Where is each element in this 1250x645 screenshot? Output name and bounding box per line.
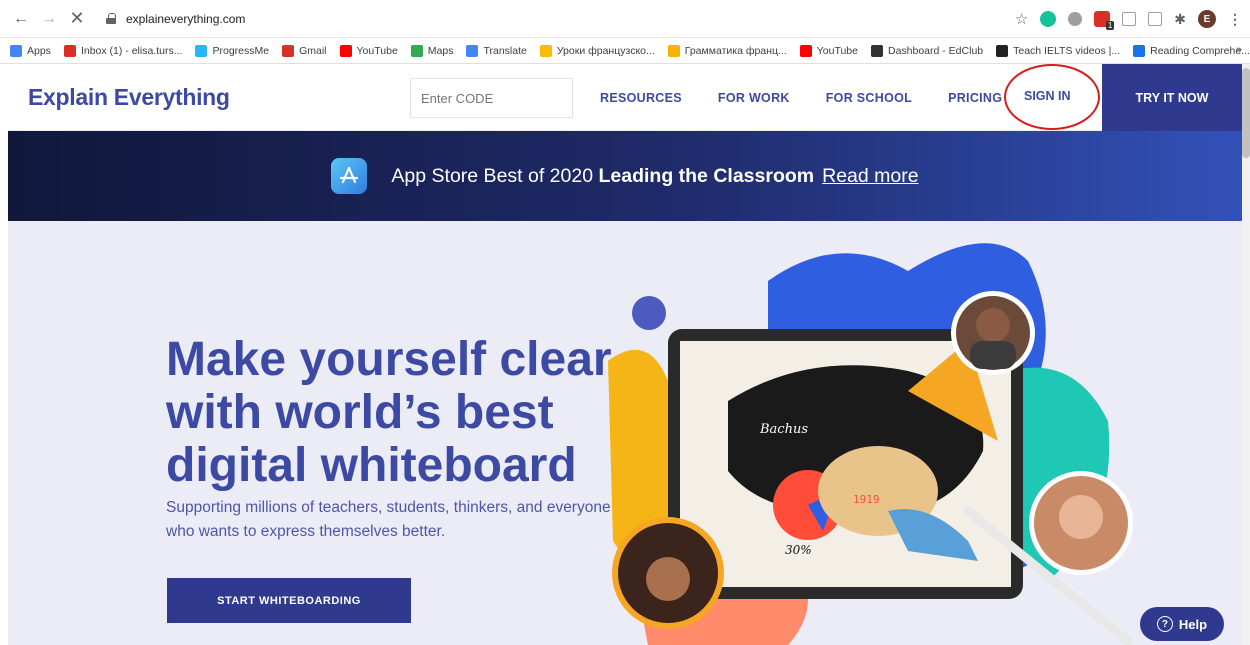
bookmark-favicon-icon	[10, 44, 22, 57]
bookmark-favicon-icon	[667, 44, 680, 57]
bookmark-label: YouTube	[356, 44, 398, 57]
bookmark-favicon-icon	[870, 44, 883, 57]
bookmark-favicon-icon	[339, 44, 352, 57]
browser-actions: ☆ 1 ✱ E ⋮	[1015, 0, 1242, 38]
bookmark-label: Translate	[483, 44, 527, 57]
bookmark-label: Gmail	[299, 44, 327, 57]
forward-icon[interactable]: →	[38, 8, 60, 30]
bookmark-item[interactable]: YouTube	[339, 44, 398, 57]
banner-bold: Leading the Classroom	[598, 164, 815, 187]
tablet-label-year: 1919	[853, 493, 880, 506]
browser-toolbar: ← → ✕ explaineverything.com ☆ 1 ✱ E ⋮	[0, 0, 1250, 38]
bookmark-label: Inbox (1) - elisa.turs...	[80, 44, 183, 57]
grammarly-extension-icon[interactable]	[1040, 11, 1057, 27]
try-it-now-button[interactable]: TRY IT NOW	[1102, 64, 1242, 131]
menu-kebab-icon[interactable]: ⋮	[1228, 11, 1242, 28]
url-text[interactable]: explaineverything.com	[126, 12, 245, 26]
bookmark-star-icon[interactable]: ☆	[1015, 10, 1028, 28]
start-whiteboarding-button[interactable]: START WHITEBOARDING	[167, 578, 411, 623]
bookmark-label: Apps	[27, 44, 51, 57]
read-more-link[interactable]: Read more	[822, 165, 918, 188]
bookmarks-bar: Apps Inbox (1) - elisa.turs... ProgressMe G…	[0, 38, 1250, 64]
stop-loading-icon[interactable]: ✕	[66, 8, 88, 30]
bookmark-favicon-icon	[195, 44, 208, 57]
hero-title: Make yourself clear with world’s best di…	[166, 333, 612, 492]
bookmark-item[interactable]: Inbox (1) - elisa.turs...	[63, 44, 183, 57]
bookmark-favicon-icon	[410, 44, 423, 57]
bookmark-label: Грамматика франц...	[684, 44, 787, 57]
bookmark-label: Уроки французско...	[556, 44, 655, 57]
bookmark-favicon-icon	[282, 44, 295, 57]
bookmark-item[interactable]: Грамматика франц...	[667, 44, 787, 57]
help-icon: ?	[1156, 616, 1173, 632]
nav-pricing[interactable]: PRICING	[948, 91, 1002, 105]
bookmark-item[interactable]: Apps	[10, 44, 51, 57]
profile-avatar[interactable]: E	[1198, 10, 1216, 28]
bookmark-favicon-icon	[63, 44, 76, 57]
extensions-puzzle-icon[interactable]: ✱	[1174, 11, 1186, 28]
back-icon[interactable]: ←	[10, 8, 32, 30]
bookmark-item[interactable]: Maps	[410, 44, 454, 57]
extension-badge-count: 1	[1105, 21, 1115, 30]
bookmark-favicon-icon	[539, 44, 552, 57]
hero-subtitle: Supporting millions of teachers, student…	[166, 499, 611, 540]
bookmark-item[interactable]: Reading Comprehe...	[1133, 44, 1250, 57]
page-left-edge	[0, 64, 8, 645]
nav-resources[interactable]: RESOURCES	[600, 91, 682, 105]
pdf-extension-icon[interactable]	[1148, 12, 1163, 26]
banner-text: App Store Best of 2020 Leading the Class…	[391, 165, 814, 188]
bookmark-item[interactable]: Translate	[466, 44, 527, 57]
hero-section: Bachus 1919 30% Make yourself clear with…	[8, 221, 1242, 645]
bookmark-label: ProgressMe	[212, 44, 270, 57]
nav-for-work[interactable]: FOR WORK	[718, 91, 790, 105]
bookmark-label: Maps	[427, 44, 454, 57]
app-store-icon	[331, 158, 368, 194]
bookmark-label: Dashboard - EdClub	[887, 44, 984, 57]
bookmarks-overflow-icon[interactable]: »	[1236, 44, 1242, 56]
tablet-label-bachus: Bachus	[760, 422, 809, 437]
bookmark-item[interactable]: ProgressMe	[195, 44, 270, 57]
document-extension-icon[interactable]	[1122, 12, 1137, 26]
extension-badge-icon[interactable]: 1	[1094, 11, 1115, 30]
bookmark-favicon-icon	[466, 44, 479, 57]
main-nav: RESOURCES FOR WORK FOR SCHOOL PRICING	[600, 64, 1002, 131]
help-button[interactable]: ? Help	[1140, 607, 1224, 641]
bookmark-item[interactable]: Dashboard - EdClub	[870, 44, 984, 57]
banner-prefix: App Store Best of 2020	[391, 164, 599, 187]
bookmark-favicon-icon	[996, 44, 1009, 57]
lock-icon	[106, 13, 116, 24]
bookmark-favicon-icon	[1133, 44, 1146, 57]
bookmark-label: Teach IELTS videos |...	[1013, 44, 1121, 57]
bookmark-item[interactable]: YouTube	[799, 44, 858, 57]
bookmark-item[interactable]: Уроки французско...	[539, 44, 655, 57]
nav-for-school[interactable]: FOR SCHOOL	[826, 91, 912, 105]
bookmark-item[interactable]: Gmail	[282, 44, 327, 57]
annotation-circle	[1004, 64, 1100, 130]
bookmark-label: YouTube	[816, 44, 858, 57]
site-logo[interactable]: Explain Everything	[28, 84, 230, 111]
tablet-label-percent: 30%	[785, 543, 812, 557]
address-bar[interactable]: explaineverything.com	[106, 12, 245, 26]
code-input[interactable]	[410, 78, 573, 118]
bookmark-favicon-icon	[799, 44, 812, 57]
scrollbar-thumb[interactable]	[1242, 68, 1250, 158]
extension-icon[interactable]	[1068, 12, 1083, 26]
help-label: Help	[1178, 616, 1208, 632]
announcement-banner: App Store Best of 2020 Leading the Class…	[8, 131, 1242, 221]
bookmark-item[interactable]: Teach IELTS videos |...	[996, 44, 1121, 57]
